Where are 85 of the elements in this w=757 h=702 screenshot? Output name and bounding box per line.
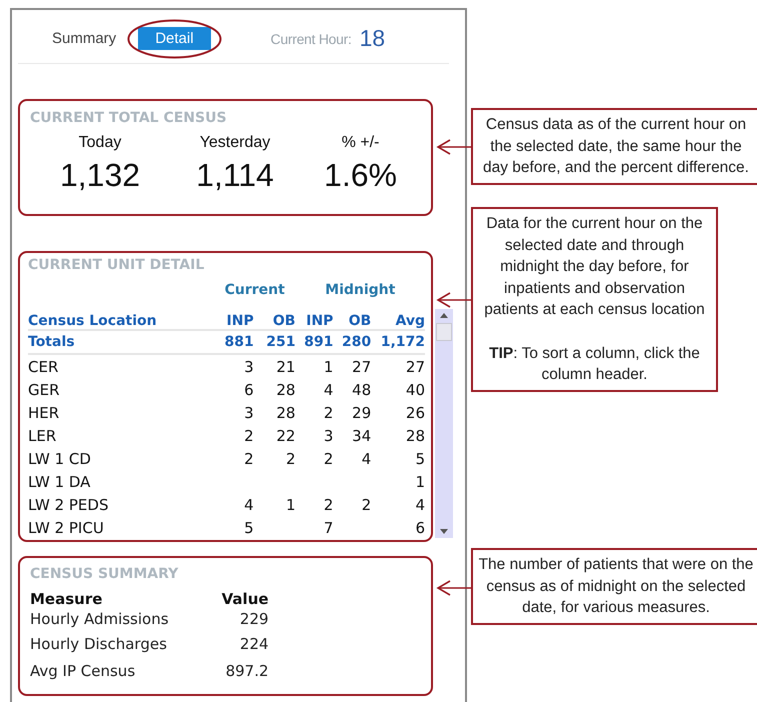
table-cell-text: Hourly Discharges [30,634,168,654]
column-header[interactable]: INP [295,303,334,330]
table-cell-text: 3 [322,426,334,446]
table-cell-text: 7 [322,518,334,538]
column-header[interactable]: Avg [371,303,425,330]
table-cell-text: Hourly Admissions [30,609,169,630]
table-cell-text: 6 [243,380,254,400]
table-cell: 3 [214,354,254,378]
table-cell-text: 28 [275,380,296,400]
table-cell-text: 2 [284,448,296,470]
table-cell-text: LW 2 PEDS [28,494,110,516]
tip-text: TIP: To sort a column, click the column header. [488,344,701,385]
table-cell: 1 [295,354,334,378]
table-cell-text: LER [28,426,58,446]
table-cell-text: LW 1 DA [28,472,92,492]
table-cell-text: 4 [322,380,334,400]
table-cell-text: 2 [322,402,334,424]
table-cell-text: 4 [360,448,372,470]
table-cell: 21 [254,354,296,378]
section-title: CENSUS SUMMARY [30,566,180,582]
table-cell-text: 3 [243,402,254,424]
table-cell-text: 28 [275,402,296,424]
table-cell-text: 29 [351,402,372,424]
table-cell-text: 22 [275,426,296,446]
table-cell-text: 1 [284,494,296,516]
table-cell: 27 [333,354,372,378]
column-header[interactable]: OB [254,303,296,330]
section-title: CURRENT TOTAL CENSUS [30,110,228,126]
metric-label: % +/- [342,134,380,152]
metric-value: 1.6% [324,157,397,194]
totals-cell: Totals [28,330,214,354]
table-cell-text: 28 [404,426,425,446]
table-cell-text: 897.2 [224,660,269,682]
table-cell-text: 4 [243,494,254,516]
totals-cell: 891 [295,330,334,354]
totals-cell: 251 [254,330,296,354]
metric-label: Today [78,134,122,152]
scrollbar[interactable] [435,309,453,538]
table-cell-text: 229 [238,609,269,630]
totals-cell: 1,172 [371,330,425,354]
table-cell-text: 2 [322,494,334,516]
current-hour-label: Current Hour: [270,30,352,46]
section-title: CURRENT UNIT DETAIL [28,257,206,273]
table-cell-text: 5 [243,518,254,538]
callout-text: The number of patients that were on the census as of midnight on the selected date, for various measures. [478,555,754,618]
column-header: Measure [30,590,104,608]
column-header[interactable]: OB [333,303,372,330]
totals-cell: 280 [333,330,372,354]
table-cell-text: 4 [414,494,425,516]
table-cell-text: 26 [404,402,425,424]
scroll-down-icon[interactable] [440,529,448,534]
column-header[interactable]: INP [214,303,254,330]
tab[interactable]: Summary [50,27,118,50]
totals-cell: 881 [214,330,254,354]
table-cell-text: Avg IP Census [30,660,136,682]
metric-value: 1,132 [60,157,140,194]
table-cell-text: LW 2 PICU [28,518,105,538]
table-cell-text: 40 [404,380,425,400]
callout-text: Data for the current hour on the selected date and through midnight the day before, for inpatients and observation patients at each census location [483,214,706,320]
column-header: Value [220,590,269,608]
table-cell-text: 1 [414,472,425,492]
table-cell-text: 2 [322,448,334,470]
table-cell-text: 2 [360,494,372,516]
table-cell-text: 48 [351,380,372,400]
table-cell-text: 6 [414,518,425,538]
table-cell-text: GER [28,380,61,400]
table-cell-text: 5 [414,448,425,470]
scrollbar-thumb[interactable] [436,323,452,341]
scroll-up-icon[interactable] [440,313,448,318]
table-cell: CER [28,354,214,378]
metric-label: Yesterday [200,134,270,152]
callout-text: Census data as of the current hour on the selected date, the same hour the day before, and the percent difference. [482,115,750,178]
group-header: Midnight [324,281,396,300]
tab[interactable]: Detail [138,27,211,50]
group-header: Current [224,281,286,300]
table-cell-text: 224 [238,634,269,654]
table-cell-text: 2 [243,426,254,446]
table-cell-text: LW 1 CD [28,448,92,470]
metric-value: 1,114 [196,157,274,194]
table-cell-text: HER [28,402,60,424]
current-hour-value: 18 [359,25,386,52]
column-header[interactable]: Census Location [28,303,214,330]
table-cell-text: 34 [351,426,372,446]
table-cell: 27 [371,354,425,378]
table-cell-text: 2 [243,448,254,470]
